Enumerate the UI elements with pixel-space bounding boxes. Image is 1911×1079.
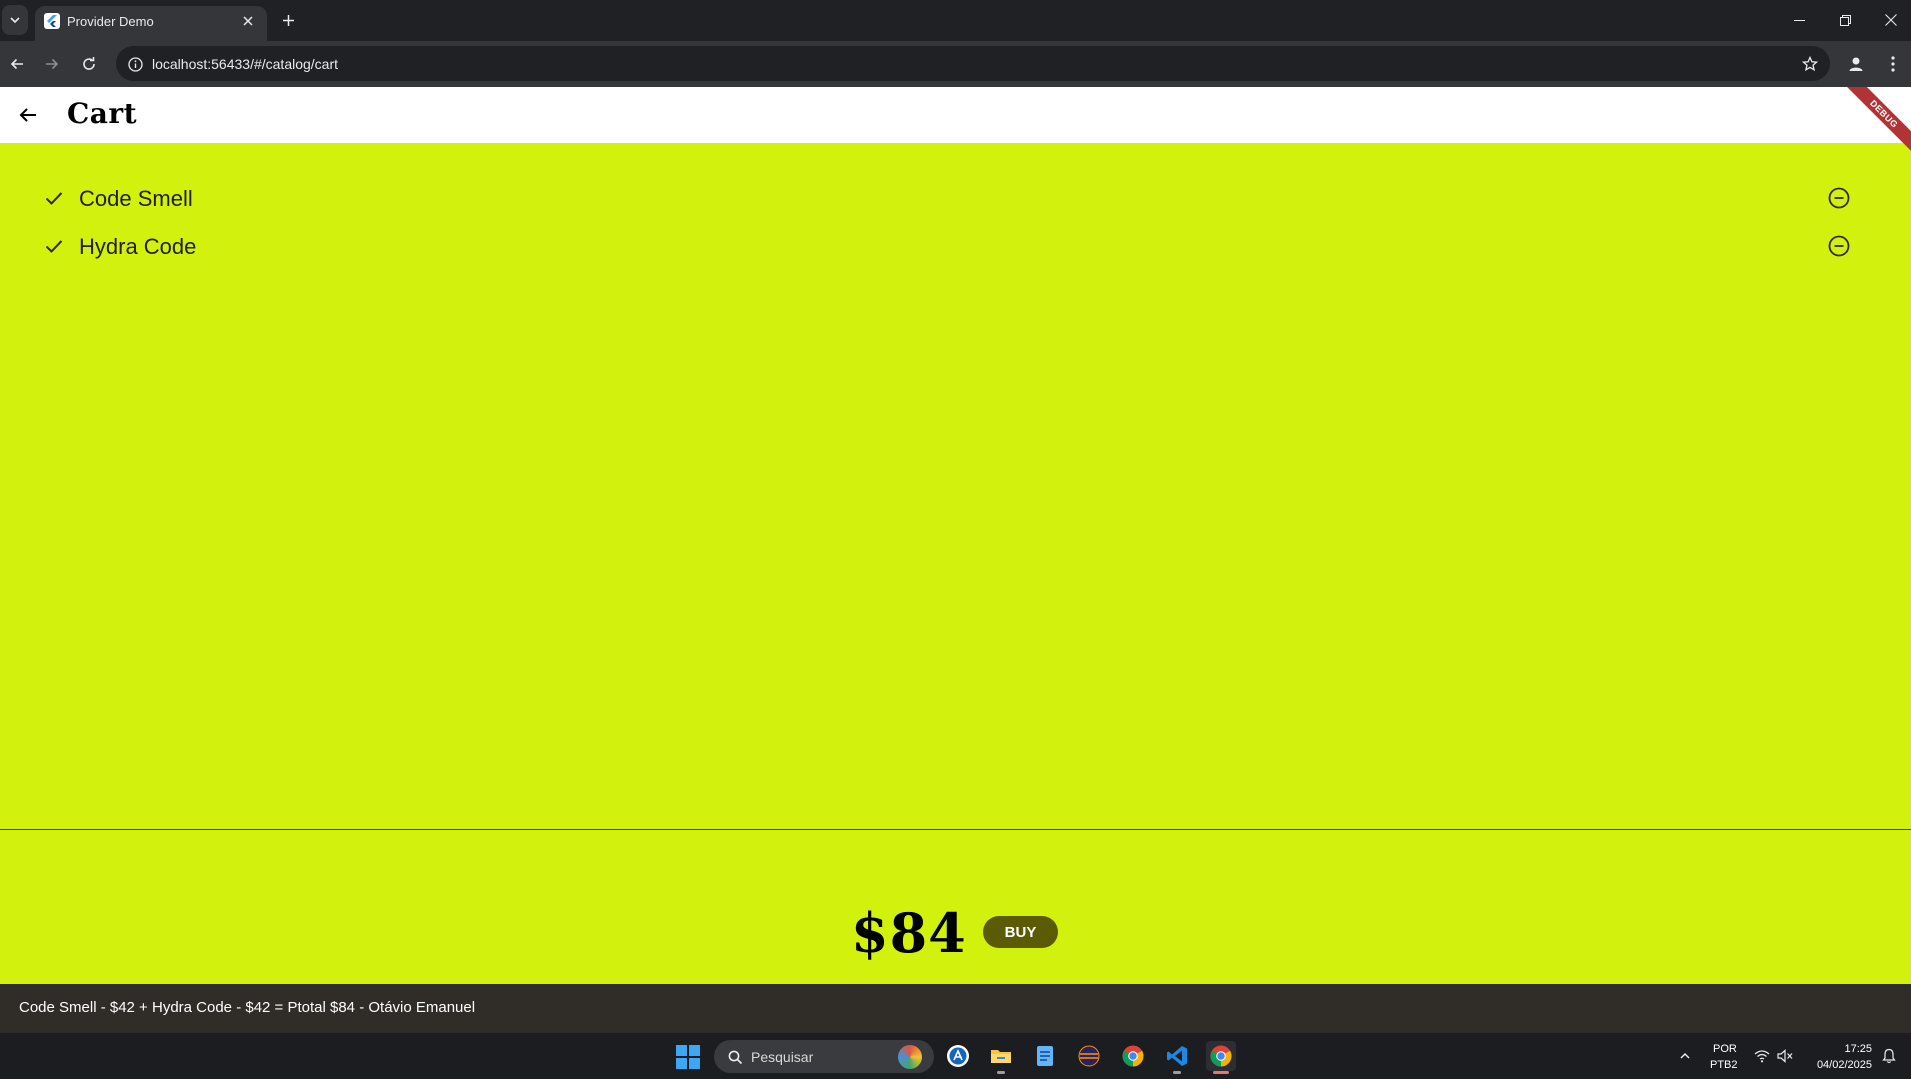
browser-toolbar: localhost:56433/#/catalog/cart [0, 41, 1911, 87]
new-tab-plus-icon[interactable] [276, 8, 300, 32]
app-store-icon[interactable] [943, 1041, 973, 1071]
back-icon[interactable] [2, 49, 32, 79]
active-indicator [1213, 1071, 1229, 1074]
forward-icon[interactable] [37, 49, 67, 79]
running-indicator [1173, 1071, 1181, 1074]
cart-list: Code Smell Hydra Code [0, 174, 1911, 270]
cart-divider [0, 829, 1911, 830]
app-bar: Cart DEBUG [0, 87, 1911, 158]
vscode-icon[interactable] [1162, 1041, 1192, 1074]
clock-time[interactable]: 17:25 [1820, 1043, 1872, 1055]
remove-circle-icon[interactable] [1825, 232, 1853, 260]
flutter-favicon-icon [44, 13, 60, 29]
bookmark-star-icon[interactable] [1798, 52, 1822, 76]
back-arrow-icon[interactable] [8, 95, 48, 135]
cart-list-item: Code Smell [0, 174, 1911, 222]
taskbar-search[interactable]: Pesquisar [714, 1040, 934, 1073]
chevron-down-icon [10, 17, 20, 24]
eclipse-icon[interactable] [1074, 1041, 1104, 1071]
windows-start-icon[interactable] [676, 1045, 700, 1069]
search-icon [726, 1048, 744, 1066]
minimize-icon[interactable] [1776, 0, 1822, 40]
running-indicator [997, 1071, 1005, 1074]
speaker-muted-icon[interactable] [1770, 1041, 1800, 1071]
close-tab-icon[interactable] [238, 11, 258, 31]
search-placeholder: Pesquisar [751, 1049, 814, 1065]
restore-icon[interactable] [1822, 0, 1868, 40]
cart-item-name: Code Smell [79, 186, 193, 211]
browser-tab[interactable]: Provider Demo [35, 6, 267, 41]
site-info-icon[interactable] [124, 53, 146, 75]
more-menu-icon[interactable] [1878, 49, 1908, 79]
close-window-icon[interactable] [1868, 0, 1911, 40]
address-bar[interactable]: localhost:56433/#/catalog/cart [116, 46, 1830, 81]
cart-total: $84 [851, 901, 967, 965]
tab-search-button[interactable] [2, 5, 28, 35]
tray-chevron-up-icon[interactable] [1670, 1041, 1700, 1071]
search-highlight-icon [898, 1045, 922, 1069]
page-title: Cart [67, 97, 138, 130]
cart-item-name: Hydra Code [79, 234, 197, 259]
remove-circle-icon[interactable] [1825, 184, 1853, 212]
language-code[interactable]: POR [1713, 1043, 1737, 1055]
chrome-icon[interactable] [1118, 1041, 1148, 1071]
browser-tab-strip: Provider Demo [0, 0, 1911, 41]
profile-icon[interactable] [1841, 49, 1871, 79]
caption-text: Code Smell - $42 + Hydra Code - $42 = Pt… [19, 999, 476, 1016]
cart-list-item: Hydra Code [0, 222, 1911, 270]
windows-taskbar: Pesquisar POR PTB2 17:25 04/02/2025 [0, 1032, 1911, 1079]
caption-bar: Code Smell - $42 + Hydra Code - $42 = Pt… [0, 984, 1911, 1032]
check-icon [42, 186, 66, 210]
check-icon [42, 234, 66, 258]
buy-button[interactable]: BUY [983, 916, 1058, 948]
url-text: localhost:56433/#/catalog/cart [152, 56, 339, 72]
reload-icon[interactable] [74, 49, 104, 79]
notepad-icon[interactable] [1030, 1041, 1060, 1071]
cart-page: Cart DEBUG Code Smell Hydra Code $84 BUY [0, 87, 1911, 984]
chrome-active-icon[interactable] [1206, 1041, 1236, 1074]
file-explorer-icon[interactable] [986, 1041, 1016, 1074]
tab-title: Provider Demo [67, 14, 154, 29]
notification-bell-icon[interactable] [1874, 1041, 1904, 1071]
clock-date[interactable]: 04/02/2025 [1806, 1059, 1872, 1071]
debug-banner: DEBUG [1840, 87, 1911, 158]
keyboard-layout[interactable]: PTB2 [1710, 1059, 1738, 1071]
